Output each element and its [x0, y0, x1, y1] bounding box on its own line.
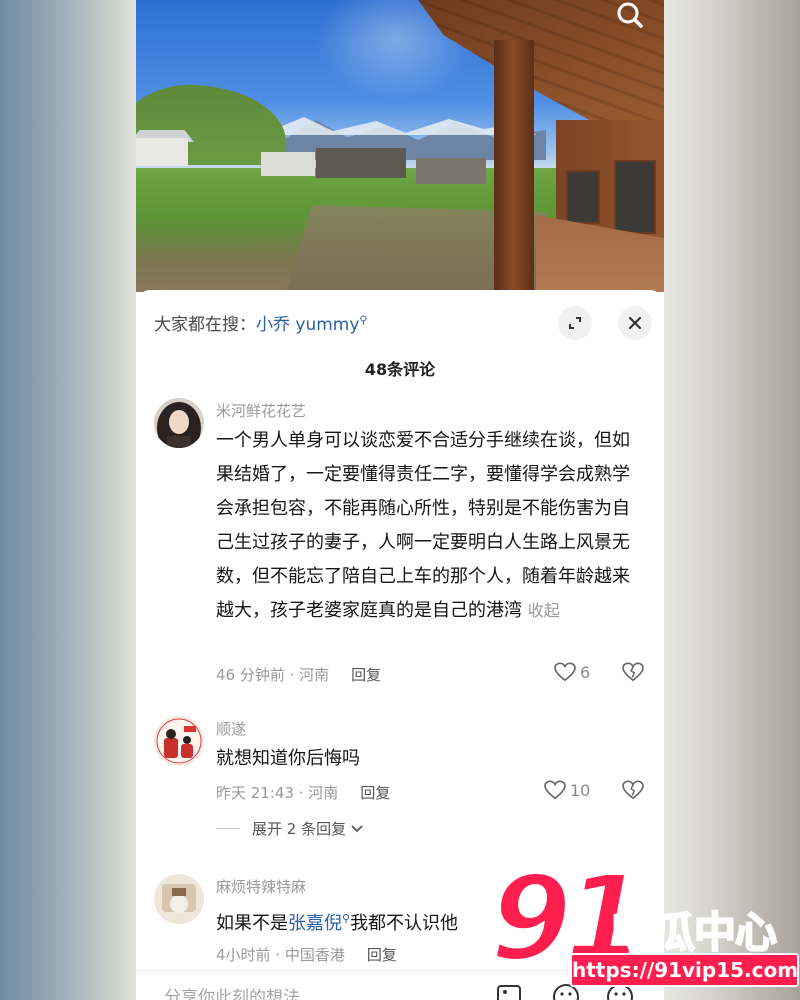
cabin-window	[566, 170, 600, 224]
comment-text: 一个男人单身可以谈恋爱不合适分手继续在谈，但如果结婚了，一定要懂得责任二字，要懂…	[216, 424, 646, 628]
reply-button[interactable]: 回复	[367, 946, 397, 964]
broken-heart-icon[interactable]	[622, 780, 644, 804]
comment-author[interactable]: 顺遂	[216, 718, 246, 739]
comment-time-location: 4小时前 · 中国香港	[216, 946, 345, 964]
search-suggestion[interactable]: 大家都在搜：小乔 yummy⚲	[154, 310, 367, 335]
broken-heart-icon[interactable]	[622, 662, 644, 686]
expand-icon[interactable]	[558, 306, 592, 340]
watermark-text: 吃瓜中心	[611, 907, 778, 958]
comment-meta: 昨天 21:43 · 河南 回复	[216, 782, 390, 803]
mention-link[interactable]: 张嘉倪	[288, 913, 342, 934]
wooden-post	[494, 40, 534, 292]
shed	[416, 158, 486, 184]
like-button[interactable]: 6	[554, 662, 590, 682]
snow-caps	[260, 117, 536, 135]
like-button[interactable]: 10	[544, 780, 590, 800]
small-search-icon: ⚲	[359, 313, 368, 327]
avatar[interactable]	[154, 874, 204, 924]
comment-time-location: 46 分钟前 · 河南	[216, 666, 330, 684]
chevron-down-icon	[351, 824, 363, 832]
video-player[interactable]	[136, 0, 664, 292]
comment-input[interactable]: 分享你此刻的想法	[164, 983, 300, 1000]
like-count: 6	[580, 662, 591, 682]
close-icon[interactable]	[618, 306, 652, 340]
house	[261, 152, 315, 176]
collapse-link[interactable]: 收起	[528, 601, 560, 620]
watermark-url: https://91vip15.com	[570, 953, 799, 987]
divider	[216, 828, 240, 829]
comment-text-prefix: 如果不是	[216, 913, 288, 934]
reply-button[interactable]: 回复	[360, 784, 390, 802]
comment-time-location: 昨天 21:43 · 河南	[216, 784, 339, 802]
expand-replies-button[interactable]: 展开 2 条回复	[216, 818, 364, 839]
tent	[136, 138, 188, 166]
cabin-window	[614, 160, 656, 234]
comment-author[interactable]: 米河鲜花花艺	[216, 400, 306, 421]
comment-count: 48条评论	[364, 360, 436, 379]
comment-text: 就想知道你后悔吗	[216, 748, 360, 769]
comment-meta: 4小时前 · 中国香港 回复	[216, 944, 397, 965]
expand-replies-label: 展开 2 条回复	[252, 820, 347, 838]
heart-icon	[554, 662, 576, 682]
search-suggestion-keyword[interactable]: 小乔 yummy	[256, 315, 359, 335]
comment-author[interactable]: 麻烦特辣特麻	[216, 876, 306, 897]
wooden-pavilion	[316, 148, 406, 178]
comment-text-suffix: 我都不认识他	[350, 913, 459, 934]
avatar[interactable]	[154, 398, 204, 448]
watermark-logo: 91 吃瓜中心 https://91vip15.com	[488, 857, 800, 1000]
comment-meta: 46 分钟前 · 河南 回复	[216, 664, 381, 685]
small-search-icon: ⚲	[342, 912, 351, 925]
reply-button[interactable]: 回复	[351, 666, 381, 684]
like-count: 10	[570, 780, 591, 800]
heart-icon	[544, 780, 566, 800]
search-suggestion-prefix: 大家都在搜：	[154, 315, 256, 335]
avatar[interactable]	[154, 716, 204, 766]
search-icon[interactable]	[612, 0, 648, 30]
comment-body: 一个男人单身可以谈恋爱不合适分手继续在谈，但如果结婚了，一定要懂得责任二字，要懂…	[216, 430, 630, 621]
